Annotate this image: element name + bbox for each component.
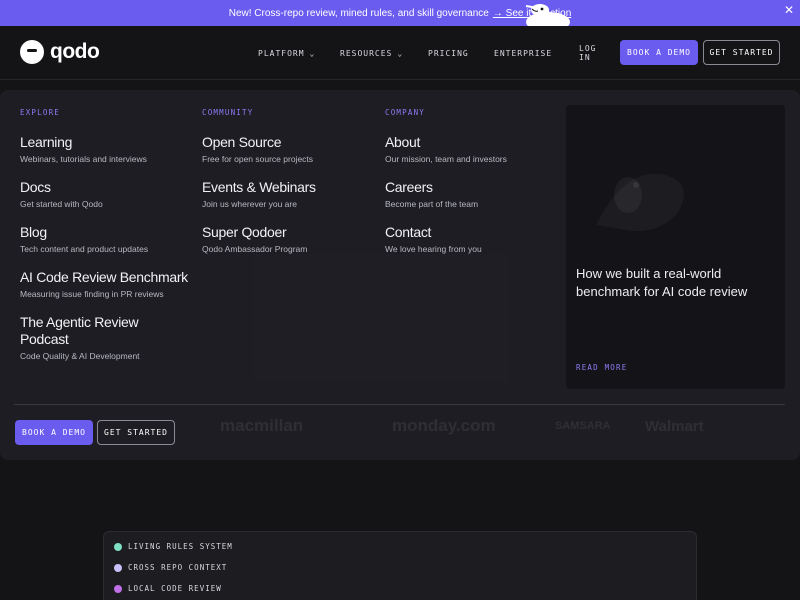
logo-text: qodo: [50, 40, 100, 63]
nav-enterprise[interactable]: ENTERPRISE: [494, 49, 552, 58]
samsara-logo: SAMSARA: [555, 420, 611, 432]
menu-item-open-source[interactable]: Open Source Free for open source project…: [202, 134, 377, 164]
item-desc: Join us wherever you are: [202, 199, 297, 209]
item-desc: We love hearing from you: [385, 244, 482, 254]
item-desc: Tech content and product updates: [20, 244, 149, 254]
status-dot-icon: [114, 584, 122, 593]
feature-label: LOCAL CODE REVIEW: [128, 584, 222, 593]
item-title: Open Source: [202, 134, 282, 150]
featured-article-card[interactable]: How we built a real-world benchmark for …: [566, 105, 785, 389]
item-desc: Our mission, team and investors: [385, 154, 507, 164]
qodo-logo[interactable]: qodo: [20, 40, 100, 64]
nav-resources[interactable]: RESOURCES ⌄: [340, 49, 403, 58]
book-demo-button[interactable]: BOOK A DEMO: [620, 40, 698, 65]
nav-login[interactable]: LOG IN: [579, 44, 596, 62]
company-column: COMPANY About Our mission, team and inve…: [385, 108, 555, 269]
chevron-down-icon: ⌄: [309, 48, 316, 58]
feature-local-review: LOCAL CODE REVIEW: [114, 584, 222, 593]
menu-item-events[interactable]: Events & Webinars Join us wherever you a…: [202, 179, 377, 209]
banner-close-icon[interactable]: ✕: [784, 3, 794, 17]
item-title: The Agentic Review Podcast: [20, 314, 139, 347]
community-column: COMMUNITY Open Source Free for open sour…: [202, 108, 377, 269]
get-started-button[interactable]: GET STARTED: [703, 40, 780, 65]
community-heading: COMMUNITY: [202, 108, 254, 117]
company-heading: COMPANY: [385, 108, 426, 117]
menu-item-about[interactable]: About Our mission, team and investors: [385, 134, 555, 164]
item-desc: Measuring issue finding in PR reviews: [20, 289, 164, 299]
nav-platform[interactable]: PLATFORM ⌄: [258, 49, 315, 58]
status-dot-icon: [114, 542, 122, 551]
explore-heading: EXPLORE: [20, 108, 61, 117]
nav-platform-label: PLATFORM: [258, 48, 305, 58]
menu-item-podcast[interactable]: The Agentic Review Podcast Code Quality …: [20, 314, 190, 361]
read-more-link[interactable]: READ MORE: [576, 363, 627, 372]
feature-living-rules: LIVING RULES SYSTEM: [114, 542, 233, 551]
walmart-logo: Walmart: [645, 417, 704, 435]
item-desc: Qodo Ambassador Program: [202, 244, 308, 254]
item-title: Careers: [385, 179, 433, 195]
feature-cross-repo: CROSS REPO CONTEXT: [114, 563, 227, 572]
menu-item-learning[interactable]: Learning Webinars, tutorials and intervi…: [20, 134, 190, 164]
item-title: Super Qodoer: [202, 224, 287, 240]
menu-item-careers[interactable]: Careers Become part of the team: [385, 179, 555, 209]
item-desc: Code Quality & AI Development: [20, 351, 140, 361]
item-desc: Become part of the team: [385, 199, 479, 209]
mascot-illustration: [525, 4, 570, 26]
menu-item-docs[interactable]: Docs Get started with Qodo: [20, 179, 190, 209]
item-title: Docs: [20, 179, 51, 195]
explore-column: EXPLORE Learning Webinars, tutorials and…: [20, 108, 190, 376]
item-desc: Free for open source projects: [202, 154, 314, 164]
banner-text: New! Cross-repo review, mined rules, and…: [228, 7, 489, 19]
dropdown-book-demo-button[interactable]: BOOK A DEMO: [15, 420, 93, 445]
item-title: About: [385, 134, 421, 150]
status-dot-icon: [114, 563, 122, 572]
chevron-down-icon: ⌄: [397, 48, 404, 58]
dropdown-get-started-button[interactable]: GET STARTED: [97, 420, 175, 445]
item-title: Contact: [385, 224, 432, 240]
top-nav: qodo PLATFORM ⌄ RESOURCES ⌄ PRICING ENTE…: [0, 26, 800, 80]
item-desc: Get started with Qodo: [20, 199, 103, 209]
feature-label: LIVING RULES SYSTEM: [128, 542, 233, 551]
featured-headline: How we built a real-world benchmark for …: [576, 266, 748, 299]
macmillan-logo: macmillan: [220, 416, 304, 435]
menu-item-super-qodoer[interactable]: Super Qodoer Qodo Ambassador Program: [202, 224, 377, 254]
item-desc: Webinars, tutorials and interviews: [20, 154, 147, 164]
feature-label: CROSS REPO CONTEXT: [128, 563, 228, 572]
announcement-banner: New! Cross-repo review, mined rules, and…: [0, 0, 800, 26]
nav-resources-label: RESOURCES: [340, 48, 393, 58]
item-title: AI Code Review Benchmark: [20, 269, 188, 285]
feature-list-card: LIVING RULES SYSTEM CROSS REPO CONTEXT L…: [103, 531, 697, 600]
item-title: Learning: [20, 134, 73, 150]
monday-logo: monday.com: [392, 416, 496, 435]
qodo-logo-icon: [20, 40, 44, 64]
menu-item-blog[interactable]: Blog Tech content and product updates: [20, 224, 190, 254]
item-title: Blog: [20, 224, 47, 240]
item-title: Events & Webinars: [202, 179, 316, 195]
nav-pricing[interactable]: PRICING: [428, 49, 469, 58]
menu-item-contact[interactable]: Contact We love hearing from you: [385, 224, 555, 254]
resources-dropdown: EXPLORE Learning Webinars, tutorials and…: [0, 90, 800, 460]
menu-item-benchmark[interactable]: AI Code Review Benchmark Measuring issue…: [20, 269, 190, 299]
dropdown-divider: [14, 404, 785, 405]
mascot-art-image: [566, 105, 785, 255]
